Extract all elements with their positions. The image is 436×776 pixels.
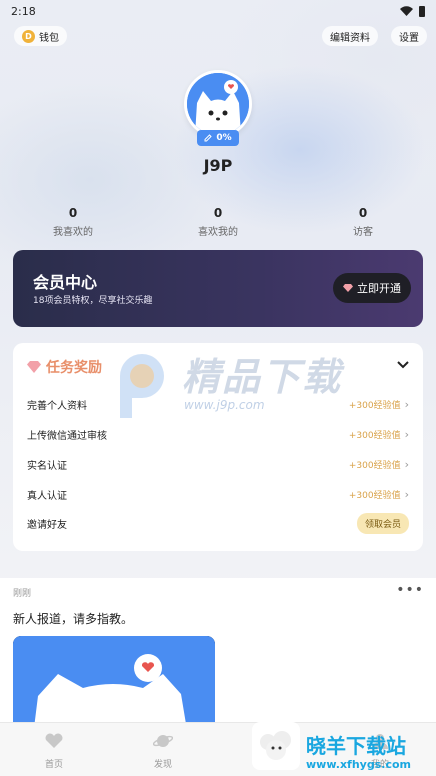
diamond-icon bbox=[27, 361, 41, 373]
stat-likes[interactable]: 0 我喜欢的 bbox=[33, 206, 113, 238]
coin-icon: D bbox=[22, 29, 35, 43]
task-reward: +300经验值 › bbox=[349, 488, 409, 501]
task-item-invite: 邀请好友 领取会员 bbox=[27, 512, 409, 534]
wifi-icon bbox=[400, 6, 413, 16]
task-rewards-header: 任务奖励 bbox=[27, 357, 102, 377]
tab-label: 首页 bbox=[44, 760, 63, 770]
status-bar: 2:18 bbox=[0, 0, 436, 22]
more-options-icon[interactable]: ••• bbox=[396, 582, 424, 598]
post-image[interactable] bbox=[13, 636, 215, 736]
task-reward: +300经验值 › bbox=[349, 398, 409, 411]
battery-icon bbox=[419, 5, 425, 17]
task-name: 完善个人资料 bbox=[27, 400, 87, 412]
chevron-down-icon[interactable] bbox=[397, 360, 409, 370]
stat-liked-by[interactable]: 0 喜欢我的 bbox=[178, 206, 258, 238]
task-reward-value: +300经验值 bbox=[348, 400, 401, 411]
completion-value: 0% bbox=[216, 133, 232, 143]
stat-label: 喜欢我的 bbox=[198, 227, 238, 238]
task-reward-value: +300经验值 bbox=[348, 490, 401, 501]
tab-label: 发现 bbox=[153, 760, 172, 770]
stat-value: 0 bbox=[68, 206, 78, 220]
heart-icon bbox=[45, 733, 63, 748]
stat-value: 0 bbox=[358, 206, 368, 220]
tab-home[interactable]: 首页 bbox=[24, 733, 84, 770]
diamond-icon bbox=[343, 284, 353, 292]
site-watermark-url: www.xfhygs.com bbox=[306, 758, 411, 771]
task-reward-value: +300经验值 bbox=[348, 430, 401, 441]
task-name: 上传微信通过审核 bbox=[27, 430, 107, 442]
username: J9P bbox=[203, 156, 233, 175]
profile-completion-badge[interactable]: 0% bbox=[197, 130, 239, 146]
vip-subtitle: 18项会员特权，尽享社交乐趣 bbox=[33, 296, 153, 306]
vip-title: 会员中心 bbox=[33, 273, 98, 292]
vip-open-label: 立即开通 bbox=[357, 282, 401, 295]
status-time: 2:18 bbox=[11, 4, 36, 18]
task-item-realname[interactable]: 实名认证 +300经验值 › bbox=[27, 454, 409, 474]
site-watermark-title: 晓羊下载站 bbox=[306, 734, 406, 758]
task-item-wechat[interactable]: 上传微信通过审核 +300经验值 › bbox=[27, 424, 409, 444]
task-name: 邀请好友 bbox=[27, 519, 67, 531]
task-reward: +300经验值 › bbox=[349, 428, 409, 441]
chevron-right-icon: › bbox=[404, 397, 409, 411]
tab-discover[interactable]: 发现 bbox=[133, 733, 193, 770]
task-reward-value: +300经验值 bbox=[348, 460, 401, 471]
wallet-label: 钱包 bbox=[39, 32, 59, 44]
cat-icon bbox=[187, 73, 249, 135]
pencil-icon bbox=[204, 134, 213, 142]
stat-label: 我喜欢的 bbox=[53, 227, 93, 238]
stat-visitors[interactable]: 0 访客 bbox=[323, 206, 403, 238]
planet-icon bbox=[152, 735, 174, 747]
claim-membership-button[interactable]: 领取会员 bbox=[356, 512, 409, 534]
edit-profile-button[interactable]: 编辑资料 bbox=[322, 26, 378, 46]
task-rewards-title: 任务奖励 bbox=[46, 360, 102, 376]
cat-icon bbox=[13, 636, 215, 736]
avatar[interactable] bbox=[184, 70, 252, 138]
post-text: 新人报道，请多指教。 bbox=[13, 612, 134, 626]
settings-button[interactable]: 设置 bbox=[391, 26, 427, 46]
stat-value: 0 bbox=[213, 206, 223, 220]
task-item-real-person[interactable]: 真人认证 +300经验值 › bbox=[27, 484, 409, 504]
stat-label: 访客 bbox=[353, 227, 373, 238]
chevron-right-icon: › bbox=[404, 427, 409, 441]
wallet-button[interactable]: D 钱包 bbox=[14, 26, 67, 46]
site-watermark: 晓羊下载站 www.xfhygs.com bbox=[252, 722, 436, 776]
vip-open-button[interactable]: 立即开通 bbox=[333, 273, 411, 303]
task-name: 实名认证 bbox=[27, 460, 67, 472]
task-reward: +300经验值 › bbox=[349, 458, 409, 471]
vip-center-card[interactable]: 会员中心 18项会员特权，尽享社交乐趣 立即开通 bbox=[13, 250, 423, 327]
chevron-right-icon: › bbox=[404, 487, 409, 501]
chevron-right-icon: › bbox=[404, 457, 409, 471]
sheep-logo-icon bbox=[252, 722, 300, 770]
task-rewards-card: 任务奖励 完善个人资料 +300经验值 › 上传微信通过审核 +300经验值 › 实… bbox=[13, 343, 423, 551]
task-item-complete-profile[interactable]: 完善个人资料 +300经验值 › bbox=[27, 394, 409, 414]
feed-post: 刚刚 ••• 新人报道，请多指教。 bbox=[0, 578, 436, 736]
cat-avatar-image bbox=[187, 73, 249, 135]
post-time: 刚刚 bbox=[13, 589, 32, 599]
task-name: 真人认证 bbox=[27, 490, 67, 502]
